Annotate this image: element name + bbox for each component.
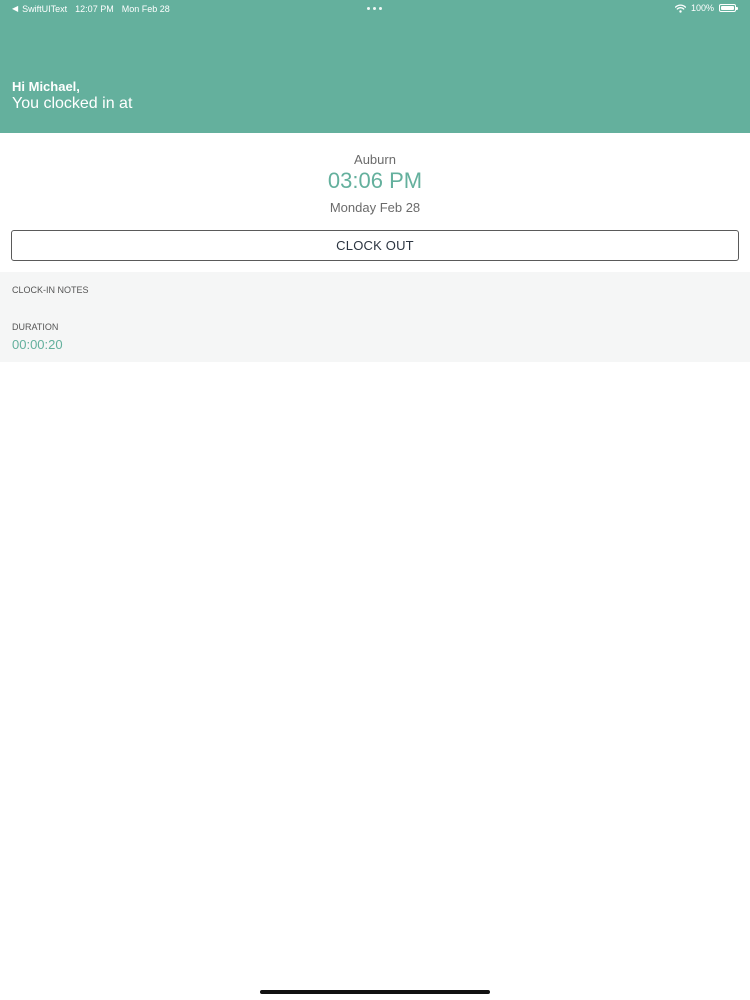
greeting: Hi Michael, [12,79,80,94]
back-app-name: SwiftUIText [22,4,68,14]
back-arrow-icon: ◀ [12,4,19,13]
clocked-in-label: You clocked in at [12,95,133,112]
status-time: 12:07 PM [75,4,114,14]
status-indicators: 100% [674,3,738,13]
duration-value: 00:00:20 [12,337,63,352]
dot-icon [367,7,370,10]
multitasking-dots[interactable] [367,7,382,10]
clock-out-button[interactable]: CLOCK OUT [11,230,739,261]
back-to-app[interactable]: ◀ SwiftUIText 12:07 PM Mon Feb 28 [12,4,170,14]
clock-in-location: Auburn [354,152,396,167]
header: ◀ SwiftUIText 12:07 PM Mon Feb 28 100% H… [0,0,750,133]
status-date: Mon Feb 28 [121,4,170,14]
clock-in-date: Monday Feb 28 [329,200,421,215]
wifi-icon [674,3,686,13]
status-bar: ◀ SwiftUIText 12:07 PM Mon Feb 28 100% [0,0,750,18]
duration-label: DURATION [12,322,59,332]
clock-in-time: 03:06 PM [327,168,423,193]
battery-icon [719,4,738,12]
dot-icon [379,7,382,10]
home-indicator[interactable] [260,990,490,994]
clock-in-notes-label: CLOCK-IN NOTES [12,285,89,295]
dot-icon [373,7,376,10]
details-section: CLOCK-IN NOTES DURATION 00:00:20 [0,272,750,362]
battery-percent: 100% [690,3,714,13]
clock-in-screen: ◀ SwiftUIText 12:07 PM Mon Feb 28 100% H… [0,0,750,1000]
